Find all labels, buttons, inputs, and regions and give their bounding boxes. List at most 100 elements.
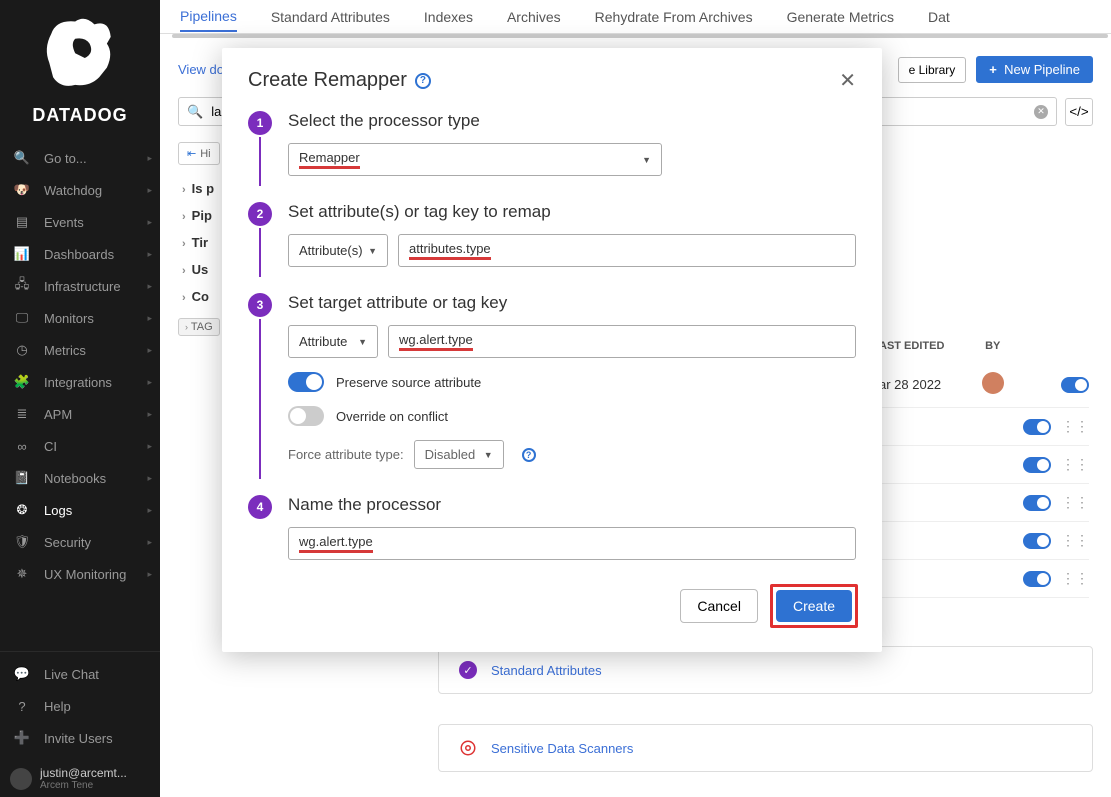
nav-item-help[interactable]: ?Help bbox=[0, 690, 160, 722]
tab-rehydrate-from-archives[interactable]: Rehydrate From Archives bbox=[595, 3, 753, 31]
nav-item-integrations[interactable]: 🧩Integrations▸ bbox=[0, 366, 160, 398]
sensitive-scanners-link[interactable]: Sensitive Data Scanners bbox=[491, 741, 633, 756]
processor-name-input[interactable]: wg.alert.type bbox=[288, 527, 856, 560]
enable-toggle[interactable] bbox=[1023, 533, 1051, 549]
sensitive-scanners-card[interactable]: Sensitive Data Scanners bbox=[438, 724, 1093, 772]
hide-panel-button[interactable]: ⇤ Hi bbox=[178, 142, 220, 165]
nav-item-go-to-[interactable]: 🔍Go to...▸ bbox=[0, 142, 160, 174]
search-icon: 🔍 bbox=[187, 104, 203, 120]
chevron-right-icon: › bbox=[182, 265, 186, 277]
source-kind-select[interactable]: Attribute(s) ▼ bbox=[288, 234, 388, 267]
apm-icon: ≣ bbox=[14, 406, 30, 422]
cancel-button[interactable]: Cancel bbox=[680, 589, 758, 623]
drag-handle-icon[interactable]: ⋮⋮ bbox=[1061, 456, 1089, 473]
nav-item-notebooks[interactable]: 📓Notebooks▸ bbox=[0, 462, 160, 494]
chevron-right-icon: ▸ bbox=[147, 185, 152, 196]
chevron-right-icon: › bbox=[182, 211, 186, 223]
enable-toggle[interactable] bbox=[1023, 457, 1051, 473]
standard-attributes-link[interactable]: Standard Attributes bbox=[491, 663, 602, 678]
help-icon: ? bbox=[14, 698, 30, 714]
gauge-icon: ◷ bbox=[14, 342, 30, 358]
nav-item-watchdog[interactable]: 🐶Watchdog▸ bbox=[0, 174, 160, 206]
chevron-right-icon: ▸ bbox=[147, 505, 152, 516]
pipeline-row[interactable]: ⋮⋮ bbox=[879, 560, 1089, 598]
drag-handle-icon[interactable]: ⋮⋮ bbox=[1061, 532, 1089, 549]
chevron-down-icon: ▼ bbox=[642, 155, 651, 165]
help-icon[interactable]: ? bbox=[415, 73, 431, 89]
tab-indexes[interactable]: Indexes bbox=[424, 3, 473, 31]
chevron-right-icon: ▸ bbox=[147, 537, 152, 548]
override-conflict-toggle[interactable] bbox=[288, 406, 324, 426]
nav-item-monitors[interactable]: 🖵Monitors▸ bbox=[0, 302, 160, 334]
chevron-right-icon: ▸ bbox=[147, 345, 152, 356]
preserve-source-label: Preserve source attribute bbox=[336, 375, 481, 390]
step-4-title: Name the processor bbox=[288, 495, 856, 515]
puzzle-icon: 🧩 bbox=[14, 374, 30, 390]
chevron-right-icon: ▸ bbox=[147, 377, 152, 388]
dog-icon: 🐶 bbox=[14, 182, 30, 198]
nav-item-dashboards[interactable]: 📊Dashboards▸ bbox=[0, 238, 160, 270]
source-attribute-input[interactable]: attributes.type bbox=[398, 234, 856, 267]
target-kind-select[interactable]: Attribute ▼ bbox=[288, 325, 378, 358]
enable-toggle[interactable] bbox=[1023, 571, 1051, 587]
tab-dat[interactable]: Dat bbox=[928, 3, 950, 31]
enable-toggle[interactable] bbox=[1023, 419, 1051, 435]
step-3-title: Set target attribute or tag key bbox=[288, 293, 856, 313]
target-attribute-input[interactable]: wg.alert.type bbox=[388, 325, 856, 358]
nav-item-events[interactable]: ▤Events▸ bbox=[0, 206, 160, 238]
drag-handle-icon[interactable]: ⋮⋮ bbox=[1061, 418, 1089, 435]
chevron-right-icon: ▸ bbox=[147, 217, 152, 228]
nav-item-security[interactable]: 🛡Security▸ bbox=[0, 526, 160, 558]
user-row[interactable]: justin@arcemt... Arcem Tene bbox=[0, 760, 160, 797]
pipeline-row[interactable]: ⋮⋮ bbox=[879, 522, 1089, 560]
logo[interactable]: DATADOG bbox=[0, 0, 160, 132]
ci-icon: ∞ bbox=[14, 438, 30, 454]
drag-handle-icon[interactable]: ⋮⋮ bbox=[1061, 494, 1089, 511]
chevron-right-icon: ▸ bbox=[147, 409, 152, 420]
nav-item-logs[interactable]: ❂Logs▸ bbox=[0, 494, 160, 526]
drag-handle-icon[interactable]: ⋮⋮ bbox=[1061, 570, 1089, 587]
standard-attributes-card[interactable]: ✓ Standard Attributes bbox=[438, 646, 1093, 694]
help-icon[interactable]: ? bbox=[522, 448, 536, 462]
filter-chip[interactable]: › TAG bbox=[178, 318, 220, 336]
create-button[interactable]: Create bbox=[776, 590, 852, 622]
force-type-label: Force attribute type: bbox=[288, 447, 404, 462]
nav-item-metrics[interactable]: ◷Metrics▸ bbox=[0, 334, 160, 366]
check-circle-icon: ✓ bbox=[459, 661, 477, 679]
enable-toggle[interactable] bbox=[1061, 377, 1089, 393]
nav-item-live-chat[interactable]: 💬Live Chat bbox=[0, 658, 160, 690]
nav-item-ux-monitoring[interactable]: ✵UX Monitoring▸ bbox=[0, 558, 160, 590]
servers-icon: 🖧 bbox=[14, 278, 30, 294]
chevron-right-icon: ▸ bbox=[147, 473, 152, 484]
pipeline-row[interactable]: ⋮⋮ bbox=[879, 446, 1089, 484]
search-icon: 🔍 bbox=[14, 150, 30, 166]
preserve-source-toggle[interactable] bbox=[288, 372, 324, 392]
avatar bbox=[10, 768, 32, 790]
new-pipeline-button[interactable]: + New Pipeline bbox=[976, 56, 1093, 83]
enable-toggle[interactable] bbox=[1023, 495, 1051, 511]
shield-icon: 🛡 bbox=[14, 534, 30, 550]
tab-archives[interactable]: Archives bbox=[507, 3, 561, 31]
tab-pipelines[interactable]: Pipelines bbox=[180, 2, 237, 32]
nav-item-apm[interactable]: ≣APM▸ bbox=[0, 398, 160, 430]
close-icon[interactable]: ✕ bbox=[839, 68, 856, 93]
tab-generate-metrics[interactable]: Generate Metrics bbox=[787, 3, 894, 31]
pipeline-row[interactable]: ⋮⋮ bbox=[879, 408, 1089, 446]
nav-item-invite-users[interactable]: ➕Invite Users bbox=[0, 722, 160, 754]
code-view-button[interactable]: </> bbox=[1065, 98, 1093, 126]
processor-type-select[interactable]: Remapper ▼ bbox=[288, 143, 662, 176]
nav-bottom: 💬Live Chat?Help➕Invite Users bbox=[0, 651, 160, 760]
pipeline-row[interactable]: ⋮⋮ bbox=[879, 484, 1089, 522]
nav-item-ci[interactable]: ∞CI▸ bbox=[0, 430, 160, 462]
browse-library-button[interactable]: e Library bbox=[898, 57, 967, 83]
pipeline-row[interactable]: ar 28 2022 bbox=[879, 362, 1089, 408]
view-docs-link[interactable]: View do bbox=[178, 62, 224, 77]
create-button-highlight: Create bbox=[770, 584, 858, 628]
chevron-right-icon: ▸ bbox=[147, 249, 152, 260]
tab-standard-attributes[interactable]: Standard Attributes bbox=[271, 3, 390, 31]
force-type-select[interactable]: Disabled ▼ bbox=[414, 440, 504, 469]
chevron-right-icon: ▸ bbox=[147, 441, 152, 452]
clear-search-icon[interactable]: ✕ bbox=[1034, 105, 1048, 119]
chevron-right-icon: › bbox=[182, 184, 186, 196]
nav-item-infrastructure[interactable]: 🖧Infrastructure▸ bbox=[0, 270, 160, 302]
